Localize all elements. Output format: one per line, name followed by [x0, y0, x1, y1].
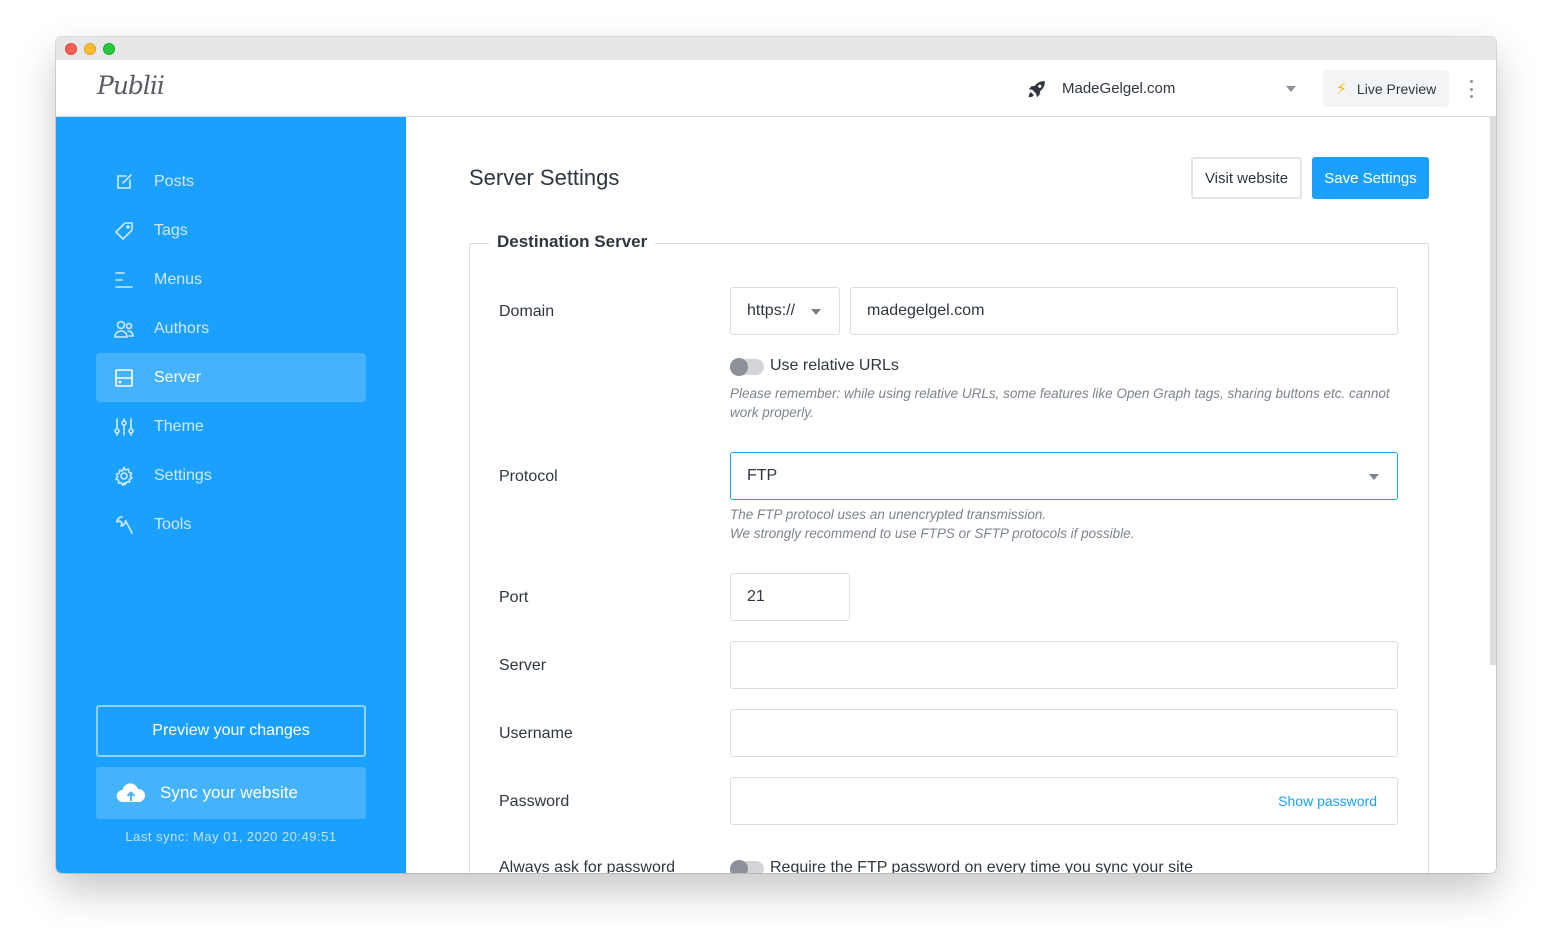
top-bar: Publii MadeGelgel.com ⚡ Live Preview	[56, 60, 1496, 117]
visit-website-button[interactable]: Visit website	[1191, 157, 1302, 199]
protocol-value: FTP	[747, 467, 778, 484]
password-input[interactable]: Show password	[730, 777, 1398, 825]
sidebar-item-label: Tags	[154, 221, 188, 239]
tag-icon	[114, 221, 134, 241]
port-label: Port	[499, 589, 529, 606]
show-password-link[interactable]: Show password	[1278, 793, 1377, 809]
edit-icon	[114, 172, 134, 192]
site-switcher[interactable]: MadeGelgel.com	[1026, 60, 1306, 117]
server-label: Server	[499, 657, 547, 674]
lightning-icon: ⚡	[1335, 80, 1347, 98]
protocol-note-line2: We strongly recommend to use FTPS or SFT…	[730, 526, 1135, 541]
chevron-down-icon	[1369, 474, 1379, 480]
relative-urls-toggle[interactable]	[730, 358, 764, 376]
protocol-label: Protocol	[499, 468, 558, 485]
username-input[interactable]	[730, 709, 1398, 757]
username-label: Username	[499, 725, 573, 742]
maximize-window-button[interactable]	[103, 43, 115, 55]
save-settings-button[interactable]: Save Settings	[1312, 157, 1429, 199]
chevron-down-icon	[811, 309, 821, 315]
relative-urls-label: Use relative URLs	[770, 357, 899, 374]
password-label: Password	[499, 793, 570, 810]
cloud-upload-icon	[116, 783, 146, 803]
sidebar-item-label: Theme	[154, 417, 204, 435]
sidebar-item-label: Tools	[154, 515, 192, 533]
app-window: Publii MadeGelgel.com ⚡ Live Preview Pos…	[56, 37, 1496, 873]
sidebar-nav: Posts Tags Menus Authors Server Theme Se…	[96, 157, 366, 549]
toggle-knob	[730, 860, 748, 873]
section-title: Destination Server	[489, 232, 656, 252]
protocol-select[interactable]: FTP	[730, 452, 1398, 500]
sidebar-item-label: Settings	[154, 466, 212, 484]
preview-changes-button[interactable]: Preview your changes	[96, 705, 366, 757]
sidebar-item-theme[interactable]: Theme	[96, 402, 366, 451]
sidebar-item-settings[interactable]: Settings	[96, 451, 366, 500]
sidebar-item-label: Server	[154, 368, 202, 386]
domain-label: Domain	[499, 303, 555, 320]
server-icon	[114, 368, 134, 388]
chevron-down-icon	[1286, 86, 1296, 92]
sidebar-item-tools[interactable]: Tools	[96, 500, 366, 549]
sidebar-item-label: Authors	[154, 319, 210, 337]
sidebar-item-menus[interactable]: Menus	[96, 255, 366, 304]
last-sync-status: Last sync: May 01, 2020 20:49:51	[125, 829, 337, 844]
sliders-icon	[114, 417, 134, 437]
site-name: MadeGelgel.com	[1062, 80, 1176, 97]
always-ask-toggle-label: Require the FTP password on every time y…	[770, 859, 1193, 873]
domain-protocol-value: https://	[747, 302, 796, 319]
always-ask-toggle[interactable]	[730, 860, 764, 873]
scrollbar[interactable]	[1490, 117, 1496, 665]
title-bar	[56, 37, 1496, 60]
always-ask-label: Always ask for password	[499, 859, 676, 873]
close-window-button[interactable]	[65, 43, 77, 55]
rocket-icon	[1028, 80, 1045, 97]
port-input[interactable]: 21	[730, 573, 850, 621]
menu-icon	[114, 270, 134, 290]
protocol-note-line1: The FTP protocol uses an unencrypted tra…	[730, 507, 1047, 522]
main-content: Server Settings Visit website Save Setti…	[406, 117, 1496, 873]
sidebar-item-tags[interactable]: Tags	[96, 206, 366, 255]
users-icon	[114, 319, 134, 339]
wrench-icon	[114, 515, 134, 535]
domain-input[interactable]: madegelgel.com	[850, 287, 1398, 335]
sidebar-item-label: Menus	[154, 270, 203, 288]
minimize-window-button[interactable]	[84, 43, 96, 55]
kebab-menu-icon[interactable]	[1465, 78, 1477, 100]
app-logo: Publii	[97, 71, 165, 100]
live-preview-button[interactable]: ⚡ Live Preview	[1323, 70, 1449, 107]
gear-icon	[114, 466, 134, 486]
sidebar: Posts Tags Menus Authors Server Theme Se…	[56, 117, 406, 873]
live-preview-label: Live Preview	[1356, 80, 1437, 97]
sidebar-item-server[interactable]: Server	[96, 353, 366, 402]
sidebar-item-posts[interactable]: Posts	[96, 157, 366, 206]
relative-urls-note: Please remember: while using relative UR…	[730, 386, 1390, 420]
sync-website-button[interactable]: Sync your website	[96, 767, 366, 819]
domain-protocol-select[interactable]: https://	[730, 287, 840, 335]
toggle-knob	[730, 358, 748, 376]
server-input[interactable]	[730, 641, 1398, 689]
sidebar-item-label: Posts	[154, 172, 195, 190]
page-title: Server Settings	[469, 165, 620, 190]
sidebar-item-authors[interactable]: Authors	[96, 304, 366, 353]
sync-label: Sync your website	[160, 783, 298, 802]
